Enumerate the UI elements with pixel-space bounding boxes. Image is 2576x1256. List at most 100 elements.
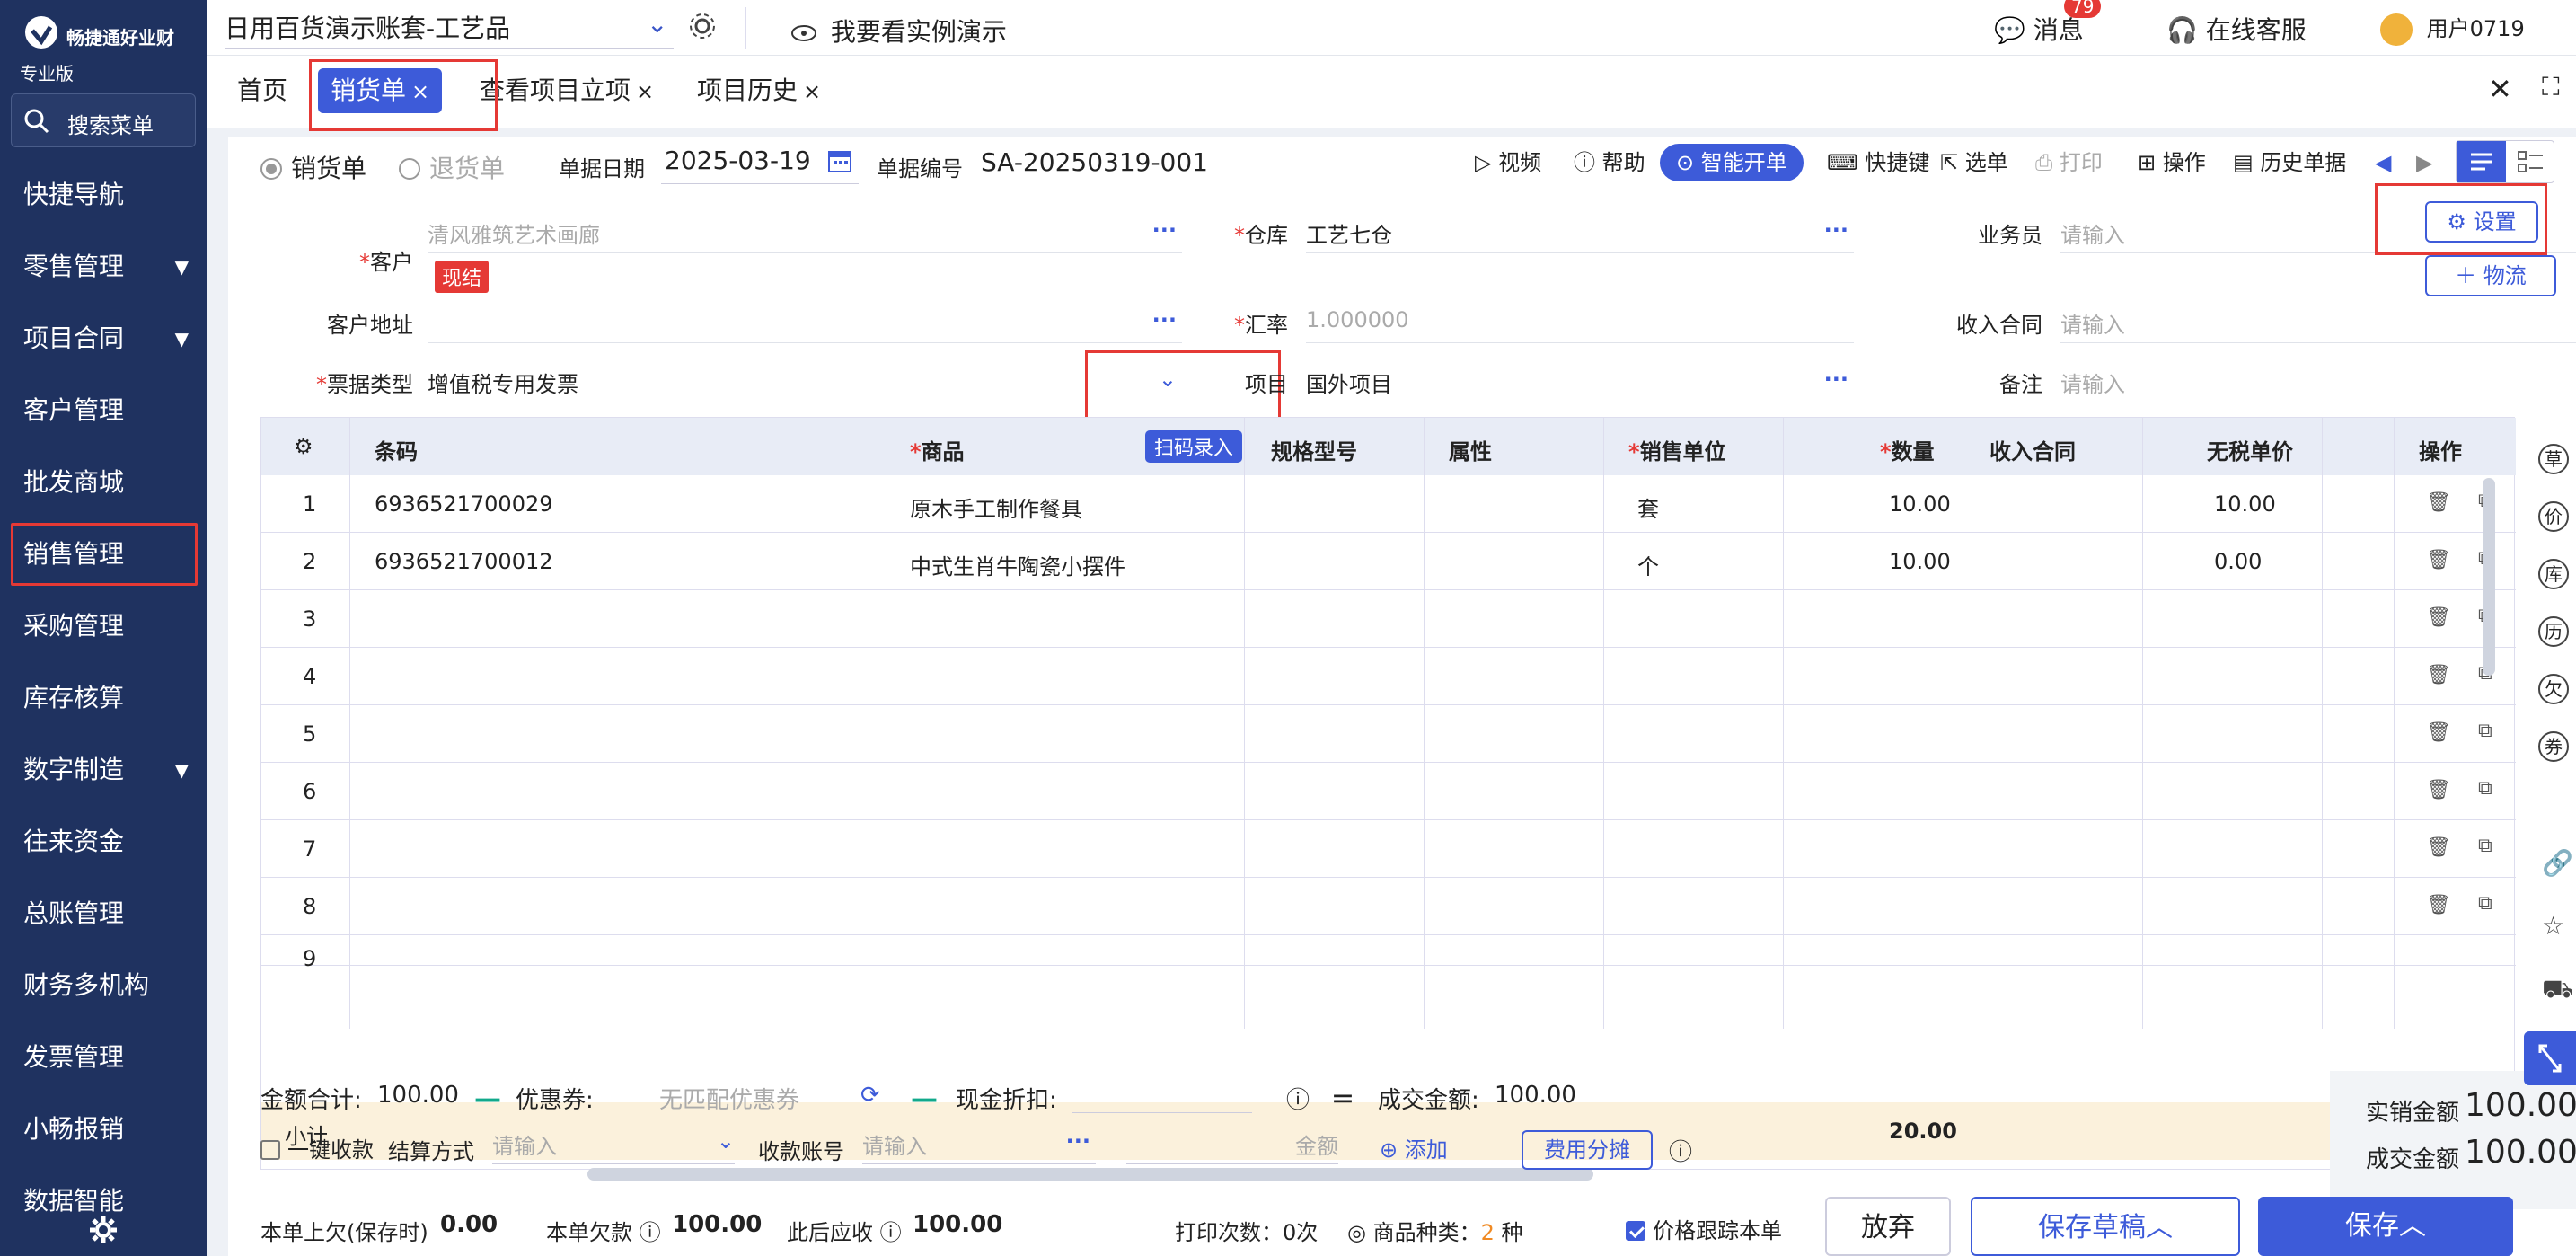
table-row[interactable]: 7 🗑 ⧉ [261,820,2516,878]
debt-icon[interactable]: 欠 [2538,674,2569,704]
tab-project-history[interactable]: 项目历史 × [684,68,834,113]
scan-entry-button[interactable]: 扫码录入 [1145,430,1243,463]
warehouse-input[interactable]: 工艺七仓 ··· [1306,217,1854,253]
invoice-type-select[interactable]: 增值税专用发票 ⌄ [428,367,1182,402]
online-service-button[interactable]: 🎧 在线客服 [2166,11,2307,47]
close-icon[interactable]: × [636,79,654,104]
smart-order-button[interactable]: ⊙ 智能开单 [1660,144,1804,181]
logistics-button[interactable]: ＋ 物流 [2425,255,2556,296]
gear-icon[interactable] [687,11,718,41]
sidebar-item[interactable]: 往来资金 [11,810,198,873]
track-price-checkbox[interactable]: 价格跟踪本单 [1626,1213,1782,1244]
draft-icon[interactable]: 草 [2538,444,2569,474]
more-icon[interactable]: ··· [1824,367,1848,392]
star-icon[interactable]: ☆ [2542,911,2564,941]
sidebar-item[interactable]: 项目合同 ▼ [11,307,198,370]
close-window-icon[interactable]: ✕ [2488,72,2512,106]
income-contract-input[interactable]: 请输入··· [2060,307,2576,343]
price-icon[interactable]: 价 [2538,501,2569,532]
table-horizontal-scrollbar[interactable] [587,1168,1593,1181]
amount-input[interactable]: 金额 [1126,1128,1338,1164]
link-icon[interactable]: 🔗 [2542,848,2573,878]
shortcut-button[interactable]: ⌨ 快捷键 [1827,144,1929,181]
gear-icon[interactable] [88,1215,119,1245]
prev-icon[interactable]: ◀ [2375,144,2391,181]
copy-row-icon[interactable]: ⧉ [2478,720,2492,742]
tab-home[interactable]: 首页 [225,68,300,113]
operate-button[interactable]: ⊞ 操作 [2138,144,2206,181]
delete-row-icon[interactable]: 🗑 [2426,606,2451,629]
remark-input[interactable]: 请输入 [2060,367,2576,402]
copy-row-icon[interactable]: ⧉ [2478,892,2492,915]
print-button[interactable]: ⎙ 打印 [2035,144,2103,181]
sidebar-item[interactable]: 数字制造 ▼ [11,739,198,801]
menu-search[interactable]: 搜索菜单 [11,93,196,147]
stock-icon[interactable]: 库 [2538,559,2569,589]
customer-input[interactable]: 清风雅筑艺术画廊 ··· [428,217,1182,253]
discard-button[interactable]: 放弃 [1825,1197,1951,1256]
table-row[interactable]: 6 🗑 ⧉ [261,763,2516,820]
sidebar-item[interactable]: 快捷导航 [11,164,198,226]
close-icon[interactable]: × [803,79,821,104]
radio-return-order[interactable]: 退货单 [399,149,505,185]
expand-icon[interactable] [2524,1031,2576,1085]
delete-row-icon[interactable]: 🗑 [2426,721,2451,744]
cash-discount-input[interactable] [1072,1112,1252,1113]
history-icon[interactable]: 历 [2538,616,2569,647]
help-icon[interactable]: ⓘ [1286,1082,1310,1115]
add-payment-button[interactable]: ⊕ 添加 [1380,1132,1448,1163]
delete-row-icon[interactable]: 🗑 [2426,836,2451,859]
copy-row-icon[interactable]: ⧉ [2478,777,2492,800]
next-icon[interactable]: ▶ [2416,144,2432,181]
table-vertical-scrollbar[interactable] [2483,478,2495,676]
sidebar-item[interactable]: 库存核算 [11,667,198,730]
settings-button[interactable]: ⚙ 设置 [2425,201,2538,243]
delete-row-icon[interactable]: 🗑 [2426,894,2451,916]
table-row[interactable]: 16936521700029原木手工制作餐具套10.0010.00🗑⧉ [261,475,2516,533]
address-input[interactable]: ··· [428,307,1182,343]
delete-row-icon[interactable]: 🗑 [2426,779,2451,801]
settle-select[interactable]: 请输入 ⌄ [492,1128,735,1164]
select-order-button[interactable]: ⇱ 选单 [1940,144,2008,181]
more-icon[interactable]: ··· [1824,217,1848,243]
coupon-value[interactable]: 无匹配优惠券 [659,1082,799,1115]
table-row[interactable]: 8 🗑 ⧉ [261,878,2516,935]
calendar-icon[interactable] [826,147,853,174]
card-view-icon[interactable] [2506,141,2555,182]
project-input[interactable]: 国外项目 ··· [1306,367,1854,402]
help-button[interactable]: ⓘ 帮助 [1574,144,1645,181]
table-row[interactable]: 3🗑⧉ [261,590,2516,648]
account-input[interactable]: 请输入 ··· [862,1128,1096,1164]
rate-input[interactable]: 1.000000 [1306,307,1854,343]
account-selector[interactable]: 日用百货演示账套-工艺品 ⌄ [225,9,674,49]
demo-link[interactable]: 我要看实例演示 [790,13,1007,49]
more-icon[interactable]: ··· [1066,1128,1090,1154]
refresh-icon[interactable]: ⟳ [860,1082,880,1109]
user-menu[interactable]: 用户0719 [2380,11,2525,46]
table-row[interactable]: 5 🗑 ⧉ [261,705,2516,763]
sidebar-item[interactable]: 小畅报销 [11,1098,198,1161]
sidebar-item[interactable]: 客户管理 [11,379,198,442]
sidebar-item[interactable]: 批发商城 [11,451,198,514]
radio-sales-order[interactable]: 销货单 [260,149,366,185]
table-row[interactable]: 9 [261,935,2516,971]
date-value[interactable]: 2025-03-19 [665,146,811,175]
history-button[interactable]: ▤ 历史单据 [2233,144,2346,181]
delete-row-icon[interactable]: 🗑 [2426,549,2451,571]
delete-row-icon[interactable]: 🗑 [2426,491,2451,514]
sidebar-item[interactable]: 总账管理 [11,882,198,945]
video-button[interactable]: ▷ 视频 [1475,144,1541,181]
help-icon[interactable]: ⓘ [1669,1134,1692,1167]
table-row[interactable]: 26936521700012中式生肖牛陶瓷小摆件个10.000.00🗑⧉ [261,533,2516,590]
table-row[interactable]: 4🗑⧉ [261,648,2516,705]
delete-row-icon[interactable]: 🗑 [2426,664,2451,686]
maximize-icon[interactable]: ⛶ [2542,72,2560,102]
truck-icon[interactable]: ⛟ [2542,974,2573,1007]
fee-split-button[interactable]: 费用分摊 [1522,1130,1653,1170]
save-button[interactable]: 保存︿ [2258,1197,2513,1256]
save-draft-button[interactable]: 保存草稿︿ [1971,1197,2240,1256]
copy-row-icon[interactable]: ⧉ [2478,835,2492,857]
column-settings-icon[interactable]: ⚙ [294,434,313,459]
sidebar-item[interactable]: 销售管理 [11,523,198,586]
one-click-checkbox[interactable]: 一键收款 [260,1132,374,1163]
